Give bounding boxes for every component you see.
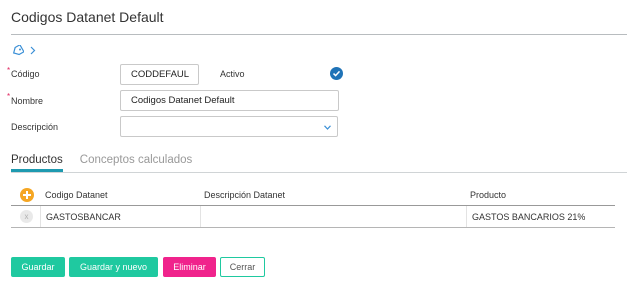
codigo-input[interactable]: CODDEFAUL: [120, 64, 199, 85]
productos-grid: Codigo Datanet Descripción Datanet Produ…: [11, 184, 615, 228]
eliminar-button[interactable]: Eliminar: [163, 257, 216, 277]
column-header-producto: Producto: [470, 190, 507, 200]
descripcion-label: Descripción: [11, 122, 59, 132]
grid-header: Codigo Datanet Descripción Datanet Produ…: [11, 184, 615, 206]
tab-bar: Productos Conceptos calculados: [11, 154, 192, 172]
nombre-label: Nombre: [11, 96, 44, 106]
guardar-y-nuevo-button[interactable]: Guardar y nuevo: [69, 257, 158, 277]
title-divider: [11, 34, 627, 35]
tab-conceptos-calculados[interactable]: Conceptos calculados: [80, 154, 193, 172]
activo-checkbox[interactable]: [330, 67, 343, 80]
chevron-down-icon: [324, 125, 331, 130]
breadcrumb: [12, 45, 36, 56]
column-header-descripcion: Descripción Datanet: [204, 190, 286, 200]
tab-productos[interactable]: Productos: [11, 154, 63, 172]
table-row[interactable]: x GASTOSBANCAR GASTOS BANCARIOS 21%: [11, 206, 615, 228]
required-marker: *: [7, 66, 11, 75]
descripcion-select[interactable]: [120, 116, 338, 137]
cell-codigo[interactable]: GASTOSBANCAR: [40, 206, 200, 227]
tab-divider: [11, 172, 627, 173]
cell-descripcion[interactable]: [200, 206, 466, 227]
activo-label: Activo: [220, 69, 245, 79]
check-icon: [332, 70, 341, 77]
page-title: Codigos Datanet Default: [11, 9, 164, 25]
plus-circle-icon[interactable]: [20, 188, 34, 202]
tag-icon[interactable]: [12, 45, 24, 56]
guardar-button[interactable]: Guardar: [11, 257, 65, 277]
column-header-codigo: Codigo Datanet: [45, 190, 108, 200]
codigo-label: Código: [11, 69, 40, 79]
cell-producto[interactable]: GASTOS BANCARIOS 21%: [466, 206, 615, 227]
cerrar-button[interactable]: Cerrar: [220, 257, 265, 277]
required-marker: *: [7, 92, 11, 101]
nombre-input[interactable]: Codigos Datanet Default: [120, 90, 339, 111]
chevron-right-icon[interactable]: [30, 46, 36, 55]
x-icon[interactable]: x: [20, 210, 33, 223]
